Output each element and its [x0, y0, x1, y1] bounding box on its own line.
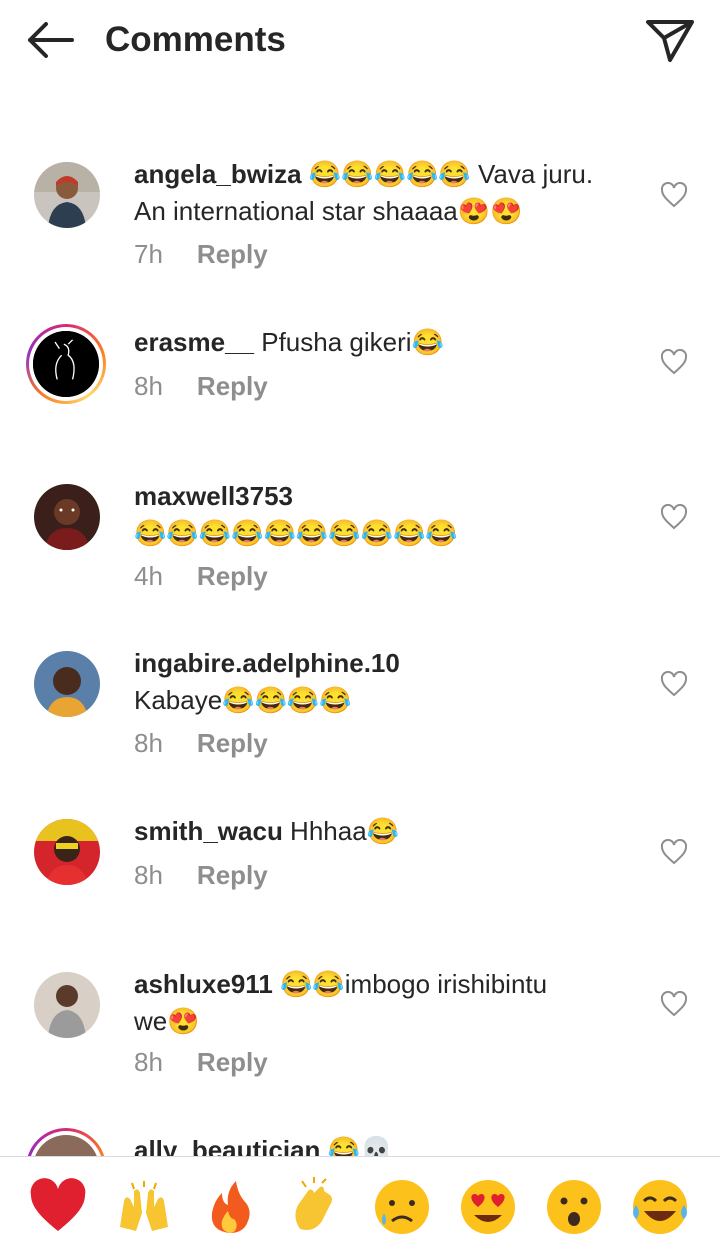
- comment-meta: 7h Reply: [134, 238, 268, 270]
- clapping-hands-emoji-button[interactable]: [286, 1177, 346, 1237]
- heart-icon[interactable]: [660, 991, 688, 1017]
- reply-button[interactable]: Reply: [197, 239, 268, 269]
- comment-text: erasme__ Pfusha gikeri😂: [134, 327, 444, 357]
- heart-eyes-emoji-button[interactable]: [458, 1177, 518, 1237]
- reply-button[interactable]: Reply: [197, 728, 268, 758]
- comment-text: angela_bwiza 😂😂😂😂😂 Vava juru. An interna…: [134, 159, 594, 226]
- reply-button[interactable]: Reply: [197, 860, 268, 890]
- heart-icon[interactable]: [660, 671, 688, 697]
- fire-emoji-button[interactable]: [200, 1177, 260, 1237]
- comment-username[interactable]: ally_beautician: [134, 1135, 320, 1156]
- comment-time: 8h: [134, 371, 163, 401]
- avatar[interactable]: [34, 819, 100, 885]
- comment-text: ashluxe911 😂😂imbogo irishibintu we😍: [134, 969, 548, 1036]
- surprised-face-emoji-button[interactable]: [544, 1177, 604, 1237]
- page-title: Comments: [105, 20, 286, 59]
- comment-meta: 8h Reply: [134, 1046, 268, 1078]
- comment-text: ally_beautician 😂💀: [134, 1132, 634, 1156]
- comment-username[interactable]: smith_wacu: [134, 816, 283, 846]
- comment-meta: 8h Reply: [134, 859, 268, 891]
- comment-time: 8h: [134, 860, 163, 890]
- reply-button[interactable]: Reply: [197, 561, 268, 591]
- comment-username[interactable]: angela_bwiza: [134, 159, 302, 189]
- emoji-group: 😂😂😂😂: [222, 685, 352, 715]
- heart-icon[interactable]: [660, 839, 688, 865]
- tears-of-joy-emoji-button[interactable]: [630, 1177, 690, 1237]
- comment-text: ingabire.adelphine.10 Kabaye😂😂😂😂: [134, 648, 400, 715]
- avatar[interactable]: [34, 651, 100, 717]
- comment-username[interactable]: ashluxe911: [134, 969, 273, 999]
- avatar[interactable]: [34, 972, 100, 1038]
- arrow-left-icon[interactable]: [22, 18, 78, 62]
- emoji-group: 😍: [167, 1006, 200, 1036]
- emoji-group: 😂😂😂😂😂😂😂😂😂😂: [134, 518, 458, 548]
- comment-meta: 4h Reply: [134, 560, 268, 592]
- raising-hands-emoji-button[interactable]: [114, 1177, 174, 1237]
- emoji-reaction-bar: [0, 1156, 720, 1252]
- header-bar: Comments: [0, 0, 720, 80]
- emoji-group: 😂💀: [327, 1135, 393, 1156]
- heart-icon[interactable]: [660, 504, 688, 530]
- comment-username[interactable]: erasme__: [134, 327, 254, 357]
- avatar[interactable]: [26, 1128, 106, 1156]
- emoji-group: 😂: [366, 816, 400, 846]
- comment-meta: 8h Reply: [134, 727, 268, 759]
- reply-button[interactable]: Reply: [197, 371, 268, 401]
- avatar[interactable]: [34, 484, 100, 550]
- comment-text: maxwell3753 😂😂😂😂😂😂😂😂😂😂: [134, 478, 634, 552]
- comment-time: 4h: [134, 561, 163, 591]
- comment-text: smith_wacu Hhhaa😂: [134, 816, 400, 846]
- heart-icon[interactable]: [660, 182, 688, 208]
- comment-time: 8h: [134, 728, 163, 758]
- comment-username[interactable]: ingabire.adelphine.10: [134, 648, 400, 678]
- paper-plane-icon[interactable]: [642, 14, 698, 66]
- comment-meta: 8h Reply: [134, 370, 268, 402]
- emoji-group: 😂😂😂😂😂: [308, 159, 471, 189]
- emoji-group: 😂: [411, 327, 444, 357]
- emoji-group: 😂😂: [280, 969, 345, 999]
- reply-button[interactable]: Reply: [197, 1047, 268, 1077]
- red-heart-emoji-button[interactable]: [28, 1177, 88, 1237]
- emoji-group: 😍😍: [457, 196, 523, 226]
- avatar[interactable]: [34, 162, 100, 228]
- crying-face-emoji-button[interactable]: [372, 1177, 432, 1237]
- comments-list: angela_bwiza 😂😂😂😂😂 Vava juru. An interna…: [0, 0, 720, 1156]
- comment-time: 7h: [134, 239, 163, 269]
- heart-icon[interactable]: [660, 349, 688, 375]
- avatar[interactable]: [26, 324, 106, 404]
- comment-time: 8h: [134, 1047, 163, 1077]
- comment-username[interactable]: maxwell3753: [134, 481, 293, 511]
